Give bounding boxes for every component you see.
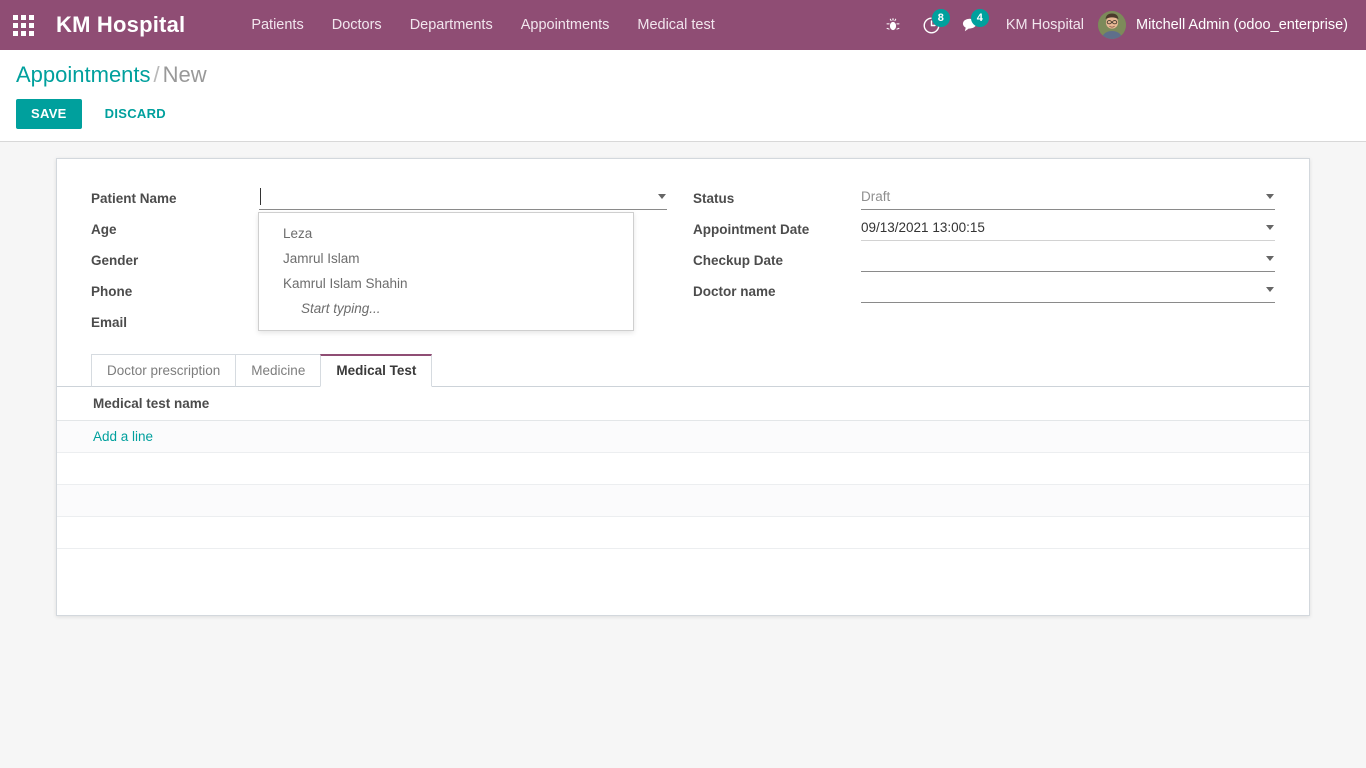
list-body: Add a line (57, 420, 1309, 549)
content-area: Patient Name Leza Jamrul Islam Kamrul Is… (0, 142, 1366, 768)
field-control-patient-name: Leza Jamrul Islam Kamrul Islam Shahin St… (258, 185, 667, 331)
notebook: Doctor prescription Medicine Medical Tes… (57, 354, 1309, 549)
doctor-name-input[interactable] (861, 278, 1275, 303)
list-filler-row (57, 452, 1309, 485)
field-label-appointment-date: Appointment Date (693, 222, 810, 237)
messages-count-badge: 4 (970, 9, 989, 27)
field-label-doctor-name: Doctor name (693, 284, 776, 299)
bug-report-button[interactable] (874, 0, 912, 50)
breadcrumb-separator: / (153, 62, 160, 87)
autocomplete-option-1[interactable]: Jamrul Islam (259, 246, 633, 271)
patient-name-autocomplete-dropdown: Leza Jamrul Islam Kamrul Islam Shahin St… (258, 212, 634, 331)
menu-item-doctors[interactable]: Doctors (318, 0, 396, 50)
main-menu: Patients Doctors Departments Appointment… (237, 0, 728, 50)
checkup-date-input[interactable] (861, 247, 1275, 272)
breadcrumb-current: New (162, 62, 207, 87)
menu-item-departments[interactable]: Departments (396, 0, 507, 50)
apps-menu-button[interactable] (0, 0, 46, 50)
add-a-line-row[interactable]: Add a line (57, 420, 1309, 453)
notebook-tabs: Doctor prescription Medicine Medical Tes… (57, 354, 1309, 387)
apps-grid-icon (12, 14, 34, 36)
menu-item-medical-test[interactable]: Medical test (623, 0, 728, 50)
field-label-gender: Gender (91, 253, 139, 268)
messages-button[interactable]: 4 (951, 0, 992, 50)
avatar (1098, 11, 1127, 39)
top-navbar: KM Hospital Patients Doctors Departments… (0, 0, 1366, 50)
status-select[interactable] (861, 185, 1275, 210)
list-filler-cell (57, 516, 1309, 549)
form-inner: Patient Name Leza Jamrul Islam Kamrul Is… (57, 159, 1309, 340)
form-group-right: Status Appointment Date (683, 185, 1275, 340)
menu-item-patients[interactable]: Patients (237, 0, 317, 50)
company-switcher[interactable]: KM Hospital (992, 17, 1098, 33)
text-cursor (260, 188, 261, 205)
column-medical-test-name: Medical test name (57, 387, 1309, 421)
field-control-appointment-date (861, 216, 1275, 241)
field-control-status (861, 185, 1275, 210)
patient-name-input[interactable] (259, 185, 667, 210)
field-label-status: Status (693, 191, 735, 206)
field-control-checkup-date (861, 247, 1275, 272)
breadcrumb: Appointments / New (16, 60, 1366, 90)
tab-medicine[interactable]: Medicine (235, 354, 322, 387)
appointment-date-input[interactable] (861, 216, 1275, 241)
field-label-email: Email (91, 315, 128, 330)
field-checkup-date: Checkup Date (693, 247, 1275, 278)
activities-button[interactable]: 8 (912, 0, 951, 50)
field-doctor-name: Doctor name (693, 278, 1275, 309)
list-filler-cell (57, 452, 1309, 485)
list-header-row: Medical test name (57, 387, 1309, 421)
medical-test-list: Medical test name Add a line (57, 387, 1309, 549)
field-label-phone: Phone (91, 284, 133, 299)
field-label-age: Age (91, 222, 117, 237)
list-header: Medical test name (57, 387, 1309, 421)
autocomplete-option-2[interactable]: Kamrul Islam Shahin (259, 271, 633, 296)
field-patient-name: Patient Name Leza Jamrul Islam Kamrul Is… (91, 185, 667, 331)
tab-doctor-prescription[interactable]: Doctor prescription (91, 354, 237, 387)
menu-item-appointments[interactable]: Appointments (507, 0, 624, 50)
list-filler-cell (57, 484, 1309, 517)
field-label-patient-name: Patient Name (91, 191, 177, 206)
save-button[interactable]: SAVE (16, 99, 82, 129)
autocomplete-option-0[interactable]: Leza (259, 221, 633, 246)
tab-medical-test[interactable]: Medical Test (320, 354, 433, 387)
control-panel-buttons: SAVE DISCARD (16, 99, 1366, 129)
field-appointment-date: Appointment Date (693, 216, 1275, 247)
sheet-wrapper: Patient Name Leza Jamrul Islam Kamrul Is… (0, 158, 1366, 616)
autocomplete-hint: Start typing... (301, 301, 381, 316)
bug-icon (886, 18, 900, 31)
discard-button[interactable]: DISCARD (92, 99, 179, 129)
avatar-image (1098, 11, 1127, 39)
field-control-doctor-name (861, 278, 1275, 303)
user-menu[interactable]: Mitchell Admin (odoo_enterprise) (1098, 11, 1356, 39)
brand-title[interactable]: KM Hospital (46, 12, 193, 38)
add-a-line-cell: Add a line (57, 420, 1309, 453)
list-filler-row (57, 484, 1309, 517)
form-group-left: Patient Name Leza Jamrul Islam Kamrul Is… (91, 185, 683, 340)
user-name-label: Mitchell Admin (odoo_enterprise) (1136, 17, 1348, 33)
field-status: Status (693, 185, 1275, 216)
add-a-line-link[interactable]: Add a line (93, 429, 153, 444)
form-groups: Patient Name Leza Jamrul Islam Kamrul Is… (91, 185, 1275, 340)
form-sheet: Patient Name Leza Jamrul Islam Kamrul Is… (56, 158, 1310, 616)
control-panel: Appointments / New SAVE DISCARD (0, 50, 1366, 142)
navbar-right-tools: 8 4 KM Hospital Mitchell Admin (odoo_ent… (874, 0, 1356, 50)
activities-count-badge: 8 (931, 9, 950, 27)
breadcrumb-appointments[interactable]: Appointments (16, 62, 151, 87)
list-filler-row (57, 516, 1309, 549)
field-label-checkup-date: Checkup Date (693, 253, 784, 268)
